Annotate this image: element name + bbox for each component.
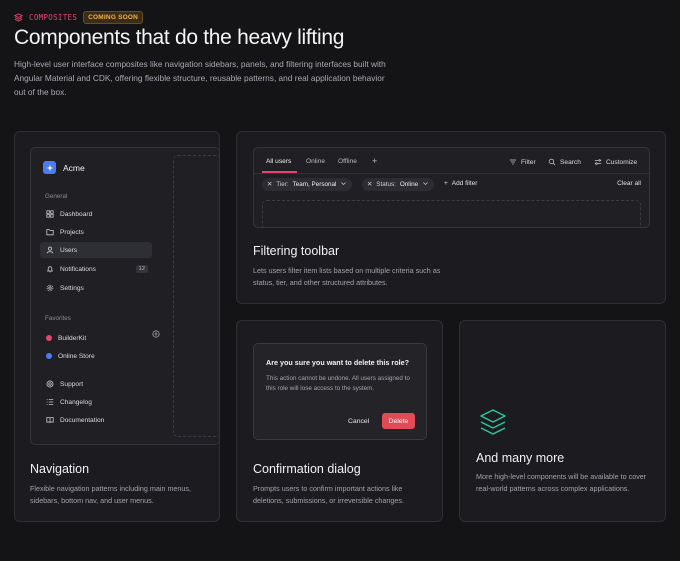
section-eyebrow: COMPOSITES COMING SOON xyxy=(14,11,144,24)
general-section-label: General xyxy=(45,193,68,200)
active-tab-indicator xyxy=(262,171,297,173)
nav-item-changelog[interactable]: Changelog xyxy=(40,394,152,410)
chip-key: Tier: xyxy=(276,181,289,188)
add-filter-button[interactable]: + Add filter xyxy=(444,180,477,187)
dialog-title: Are you sure you want to delete this rol… xyxy=(266,358,409,367)
add-favorite-icon[interactable] xyxy=(152,330,160,338)
remove-chip-icon[interactable]: ✕ xyxy=(367,181,372,188)
plus-icon: + xyxy=(444,180,448,187)
list-icon xyxy=(46,398,54,406)
nav-item-label: Documentation xyxy=(60,416,105,424)
folder-icon xyxy=(46,228,54,236)
nav-item-documentation[interactable]: Documentation xyxy=(40,412,152,428)
help-circle-icon xyxy=(46,380,54,388)
notifications-count-badge: 12 xyxy=(135,265,148,273)
nav-item-label: Support xyxy=(60,380,84,388)
navigation-preview: Acme General Dashboard Projects Users No… xyxy=(30,147,220,445)
chevron-down-icon xyxy=(340,180,347,189)
search-label: Search xyxy=(560,158,581,166)
filter-icon xyxy=(509,158,517,166)
chip-value: Online xyxy=(399,181,419,188)
coming-soon-badge: COMING SOON xyxy=(83,11,144,24)
grid-icon xyxy=(46,210,54,218)
page-title: Components that do the heavy lifting xyxy=(14,26,345,49)
filtering-toolbar-card: All users Online Offline + Filter Search… xyxy=(236,131,666,304)
brand-logo-icon xyxy=(43,161,56,174)
nav-item-dashboard[interactable]: Dashboard xyxy=(40,206,152,222)
more-components-card: And many more More high-level components… xyxy=(459,320,666,522)
tab-all-users[interactable]: All users xyxy=(266,158,291,165)
brand-name: Acme xyxy=(63,162,85,173)
tab-offline[interactable]: Offline xyxy=(338,158,357,165)
gear-icon xyxy=(46,284,54,292)
composites-icon xyxy=(14,13,23,22)
customize-button[interactable]: Customize xyxy=(594,158,637,166)
user-icon xyxy=(46,246,54,254)
add-filter-label: Add filter xyxy=(451,180,478,187)
remove-chip-icon[interactable]: ✕ xyxy=(267,181,272,188)
card-title: Navigation xyxy=(30,462,90,476)
nav-item-settings[interactable]: Settings xyxy=(40,280,152,296)
page-description: High-level user interface composites lik… xyxy=(14,59,386,97)
favorite-item-builderkit[interactable]: BuilderKit xyxy=(40,330,152,346)
nav-item-projects[interactable]: Projects xyxy=(40,224,152,240)
card-description: Flexible navigation patterns including m… xyxy=(30,484,192,505)
dialog-body: This action cannot be undone. All users … xyxy=(266,375,410,392)
search-icon xyxy=(548,158,556,166)
tab-online[interactable]: Online xyxy=(306,158,325,165)
nav-item-notifications[interactable]: Notifications 12 xyxy=(40,261,152,277)
confirmation-dialog-card: Are you sure you want to delete this rol… xyxy=(236,320,443,522)
tabs-divider xyxy=(254,173,649,174)
layers-icon xyxy=(478,407,508,437)
card-title: And many more xyxy=(476,451,565,465)
nav-item-label: Dashboard xyxy=(60,210,93,218)
filter-chip-status[interactable]: ✕ Status: Online xyxy=(362,178,435,191)
bell-icon xyxy=(46,265,54,273)
book-icon xyxy=(46,416,54,424)
chevron-down-icon xyxy=(422,180,429,189)
delete-button[interactable]: Delete xyxy=(382,413,415,429)
confirm-dialog-preview: Are you sure you want to delete this rol… xyxy=(253,343,427,440)
clear-all-button[interactable]: Clear all xyxy=(617,180,641,187)
search-button[interactable]: Search xyxy=(548,158,581,166)
filter-button[interactable]: Filter xyxy=(509,158,536,166)
favorite-color-dot xyxy=(46,353,52,359)
nav-item-label: Projects xyxy=(60,228,84,236)
card-description: More high-level components will be avail… xyxy=(476,472,647,493)
filter-label: Filter xyxy=(521,158,536,166)
nav-item-users[interactable]: Users xyxy=(40,242,152,258)
navigation-card: Acme General Dashboard Projects Users No… xyxy=(14,131,220,522)
card-title: Filtering toolbar xyxy=(253,244,340,258)
add-tab-button[interactable]: + xyxy=(372,156,377,166)
nav-item-label: Users xyxy=(60,246,78,254)
eyebrow-label: COMPOSITES xyxy=(29,13,78,22)
favorite-item-online-store[interactable]: Online Store xyxy=(40,348,152,364)
nav-item-label: Notifications xyxy=(60,265,96,273)
filter-chip-tier[interactable]: ✕ Tier: Team, Personal xyxy=(262,178,353,191)
favorite-item-label: Online Store xyxy=(58,352,95,360)
filtering-preview: All users Online Offline + Filter Search… xyxy=(253,147,650,228)
cancel-button[interactable]: Cancel xyxy=(348,418,369,425)
chip-key: Status: xyxy=(376,181,396,188)
content-area-placeholder xyxy=(173,155,219,437)
favorites-section-label: Favorites xyxy=(45,315,71,322)
nav-item-support[interactable]: Support xyxy=(40,376,152,392)
nav-item-label: Changelog xyxy=(60,398,92,406)
list-placeholder xyxy=(262,200,641,227)
favorite-color-dot xyxy=(46,335,52,341)
nav-item-label: Settings xyxy=(60,284,84,292)
card-description: Lets users filter item lists based on mu… xyxy=(253,266,441,287)
brand[interactable]: Acme xyxy=(43,161,85,174)
card-description: Prompts users to confirm important actio… xyxy=(253,484,405,505)
card-title: Confirmation dialog xyxy=(253,462,361,476)
chip-value: Team, Personal xyxy=(292,181,337,188)
favorite-item-label: BuilderKit xyxy=(58,334,87,342)
customize-icon xyxy=(594,158,602,166)
customize-label: Customize xyxy=(606,158,638,166)
